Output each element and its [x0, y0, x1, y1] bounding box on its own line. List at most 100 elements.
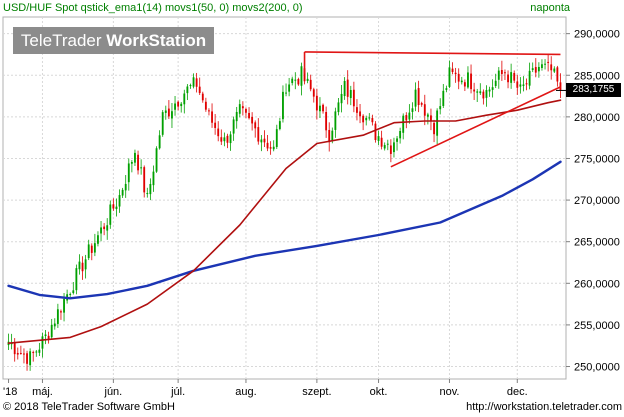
candle-body: [251, 116, 254, 124]
candle-body: [134, 152, 136, 163]
candle-body: [217, 128, 220, 137]
candle-body: [393, 142, 395, 153]
candle-body: [331, 130, 334, 141]
candle-body: [90, 245, 93, 253]
candle-body: [87, 244, 90, 259]
candle-body: [201, 93, 204, 101]
candle-body: [192, 77, 195, 87]
candle-body: [223, 137, 226, 142]
candle-body: [386, 143, 389, 145]
candle-body: [158, 135, 161, 149]
candle-body: [164, 110, 167, 113]
candle-body: [278, 121, 281, 130]
candle-body: [229, 134, 232, 144]
candle-body: [143, 167, 146, 193]
candle-body: [183, 93, 186, 105]
candle-body: [510, 72, 513, 83]
candle-body: [263, 138, 266, 143]
candle-body: [291, 78, 294, 84]
y-tick-label: 250,0000: [574, 362, 620, 374]
candle-body: [528, 70, 531, 86]
candle-body: [451, 68, 454, 72]
candle-body: [288, 84, 291, 92]
candle-body: [497, 70, 500, 80]
candle-body: [534, 67, 537, 73]
candle-body: [442, 90, 445, 106]
candle-body: [204, 101, 207, 110]
candle-body: [152, 171, 155, 186]
x-tick-label: '18: [3, 386, 17, 398]
y-tick-label: 265,0000: [574, 237, 620, 249]
candle-body: [525, 83, 528, 85]
candle-body: [56, 309, 59, 324]
interval-label: naponta: [530, 2, 570, 14]
candle-body: [556, 67, 559, 82]
candle-body: [553, 68, 556, 72]
candle-body: [411, 108, 414, 112]
candle-body: [359, 111, 361, 117]
y-tick-label: 255,0000: [574, 320, 620, 332]
candle-body: [541, 64, 543, 68]
candle-body: [362, 115, 365, 123]
candle-body: [500, 70, 503, 75]
candle-body: [149, 183, 152, 195]
candle-body: [97, 235, 99, 244]
candle-body: [29, 351, 32, 366]
x-tick-label: nov.: [439, 386, 459, 398]
candle-body: [275, 129, 278, 147]
candle-body: [214, 122, 217, 128]
candle-body: [414, 89, 417, 107]
candle-body: [60, 311, 62, 313]
candle-body: [315, 95, 318, 111]
candle-body: [226, 135, 229, 143]
candle-body: [377, 136, 380, 141]
candle-body: [365, 117, 368, 121]
candle-body: [371, 118, 374, 123]
candle-body: [433, 122, 435, 135]
candle-body: [389, 145, 392, 154]
candle-body: [171, 111, 173, 119]
candle-body: [220, 137, 223, 142]
candle-body: [23, 353, 25, 355]
candle-body: [312, 89, 315, 97]
candle-body: [260, 139, 263, 143]
logo-text-light: TeleTrader: [20, 31, 102, 50]
candle-body: [445, 88, 448, 90]
candle-body: [146, 193, 149, 195]
candle-body: [50, 324, 53, 338]
candle-body: [269, 147, 272, 149]
y-tick-label: 270,0000: [574, 195, 620, 207]
candle-body: [272, 146, 275, 150]
candle-body: [337, 102, 340, 113]
x-tick-label: jún.: [104, 386, 123, 398]
candle-body: [467, 72, 469, 88]
x-tick-label: júl.: [170, 386, 185, 398]
website-link[interactable]: http://workstation.teletrader.com: [466, 401, 622, 413]
candle-body: [32, 352, 35, 354]
candle-body: [155, 148, 158, 172]
candle-body: [69, 293, 72, 295]
candle-body: [463, 82, 466, 87]
chart-title: USD/HUF Spot qstick_ema1(14) movs1(50, 0…: [3, 2, 303, 14]
candle-body: [106, 225, 109, 231]
y-tick-label: 275,0000: [574, 153, 620, 165]
candle-body: [100, 227, 102, 234]
candle-body: [180, 103, 183, 107]
candle-body: [84, 259, 87, 270]
candle-body: [380, 137, 383, 147]
x-tick-label: okt.: [370, 386, 388, 398]
candle-body: [399, 130, 402, 139]
candle-body: [241, 106, 244, 109]
candle-body: [476, 91, 479, 93]
candle-body: [334, 111, 337, 130]
candle-body: [408, 112, 411, 120]
candle-body: [479, 91, 482, 94]
candle-body: [322, 104, 324, 112]
candle-body: [522, 84, 525, 86]
candle-body: [402, 115, 405, 133]
candle-body: [482, 91, 485, 99]
candle-body: [140, 167, 143, 169]
candle-body: [81, 262, 84, 272]
candle-body: [167, 108, 170, 117]
candle-body: [257, 127, 260, 142]
